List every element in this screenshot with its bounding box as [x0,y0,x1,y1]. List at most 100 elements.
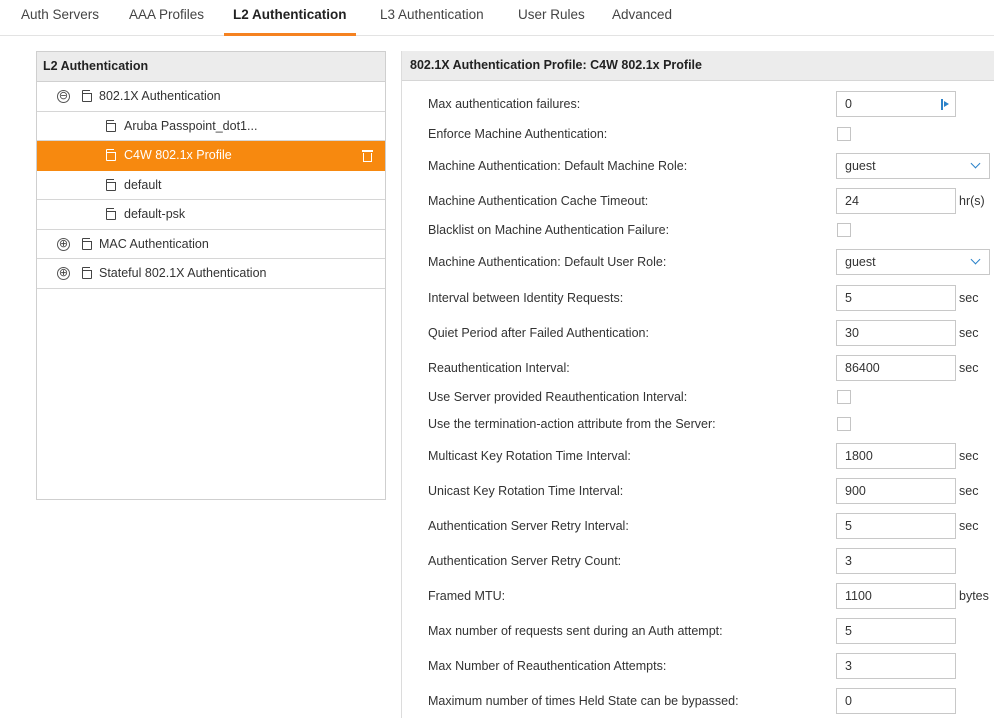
field-label: Interval between Identity Requests: [428,291,624,305]
field-value: 0 [845,97,852,111]
trash-icon[interactable] [362,150,373,162]
field-label: Max Number of Reauthentication Attempts: [428,659,667,673]
field-label: Machine Authentication: Default Machine … [428,159,688,173]
field-unit: sec [959,326,979,340]
profile-settings-panel: 802.1X Authentication Profile: C4W 802.1… [401,51,994,718]
max-auth-failures-spinner[interactable]: 0 [836,91,956,117]
profile-icon [106,177,118,191]
field-label: Blacklist on Machine Authentication Fail… [428,223,670,237]
tree-leaf-c4w-802-1x-profile[interactable]: C4W 802.1x Profile [37,141,385,171]
tree-leaf-label: default-psk [124,207,186,221]
field-unit: sec [959,449,979,463]
field-max-requests-auth-attempt: Max number of requests sent during an Au… [402,618,994,644]
profile-folder-icon [82,236,94,250]
expand-icon[interactable]: ⊕ [57,267,70,280]
profile-folder-icon [82,266,94,279]
tree-leaf-aruba-passpoint[interactable]: Aruba Passpoint_dot1... [37,112,385,141]
field-max-reauth-attempts: Max Number of Reauthentication Attempts:… [402,653,994,679]
server-reauth-interval-checkbox[interactable] [837,390,851,404]
tree-node-stateful-802-1x-authentication[interactable]: ⊕ Stateful 802.1X Authentication [37,259,385,289]
framed-mtu-input[interactable]: 1100 [836,583,956,609]
field-auth-server-retry-count: Authentication Server Retry Count: 3 [402,548,994,574]
termination-action-checkbox[interactable] [837,417,851,431]
stepper-icon[interactable] [941,99,950,110]
default-user-role-select[interactable]: guest [836,249,990,275]
auth-server-retry-count-input[interactable]: 3 [836,548,956,574]
field-unicast-key-rotation: Unicast Key Rotation Time Interval: 900 … [402,478,994,504]
select-value: guest [845,159,876,173]
select-value: guest [845,255,876,269]
field-quiet-period: Quiet Period after Failed Authentication… [402,320,994,346]
tab-user-rules[interactable]: User Rules [518,0,585,36]
field-label: Machine Authentication: Default User Rol… [428,255,667,269]
field-server-reauth-interval: Use Server provided Reauthentication Int… [402,384,994,410]
tab-l2-authentication[interactable]: L2 Authentication [224,0,356,36]
field-label: Authentication Server Retry Count: [428,554,622,568]
field-default-user-role: Machine Authentication: Default User Rol… [402,249,994,275]
tree-leaf-label: C4W 802.1x Profile [124,148,232,162]
profile-folder-icon [82,89,94,102]
expand-icon[interactable]: ⊕ [57,237,70,251]
field-framed-mtu: Framed MTU: 1100 bytes [402,583,994,609]
collapse-icon[interactable]: ⊖ [57,90,70,103]
field-label: Max authentication failures: [428,97,581,111]
field-unit: sec [959,484,979,498]
default-machine-role-select[interactable]: guest [836,153,990,179]
tab-l3-authentication[interactable]: L3 Authentication [380,0,484,36]
field-max-auth-failures: Max authentication failures: 0 [402,91,994,117]
chevron-down-icon [970,158,981,169]
field-identity-request-interval: Interval between Identity Requests: 5 se… [402,285,994,311]
field-unit: bytes [959,589,989,603]
field-default-machine-role: Machine Authentication: Default Machine … [402,153,994,179]
tab-auth-servers[interactable]: Auth Servers [21,0,99,36]
field-unit: sec [959,519,979,533]
quiet-period-input[interactable]: 30 [836,320,956,346]
field-unit: hr(s) [959,194,985,208]
reauth-interval-input[interactable]: 86400 [836,355,956,381]
field-label: Quiet Period after Failed Authentication… [428,326,649,340]
tab-advanced[interactable]: Advanced [612,0,672,36]
enforce-machine-auth-checkbox[interactable] [837,127,851,141]
field-blacklist-machine-auth-failure: Blacklist on Machine Authentication Fail… [402,217,994,243]
field-machine-auth-cache-timeout: Machine Authentication Cache Timeout: 24… [402,188,994,214]
multicast-key-rotation-input[interactable]: 1800 [836,443,956,469]
profile-icon [106,148,118,161]
unicast-key-rotation-input[interactable]: 900 [836,478,956,504]
max-reauth-attempts-input[interactable]: 3 [836,653,956,679]
held-state-bypass-input[interactable]: 0 [836,688,956,714]
field-label: Unicast Key Rotation Time Interval: [428,484,624,498]
field-auth-server-retry-interval: Authentication Server Retry Interval: 5 … [402,513,994,539]
identity-request-interval-input[interactable]: 5 [836,285,956,311]
field-label: Use the termination-action attribute fro… [428,417,716,431]
field-reauth-interval: Reauthentication Interval: 86400 sec [402,355,994,381]
tree-node-label: 802.1X Authentication [99,89,221,103]
tree-node-label: MAC Authentication [99,236,209,251]
max-requests-auth-attempt-input[interactable]: 5 [836,618,956,644]
profile-tree-panel: L2 Authentication ⊖ 802.1X Authenticatio… [36,51,386,500]
field-unit: sec [959,291,979,305]
field-label: Use Server provided Reauthentication Int… [428,390,688,404]
profile-settings-title: 802.1X Authentication Profile: C4W 802.1… [402,51,994,81]
profile-icon [106,207,118,220]
field-multicast-key-rotation: Multicast Key Rotation Time Interval: 18… [402,443,994,469]
tree-node-mac-authentication[interactable]: ⊕ MAC Authentication [37,230,385,259]
tree-node-label: Stateful 802.1X Authentication [99,266,267,280]
field-label: Enforce Machine Authentication: [428,127,608,141]
field-label: Max number of requests sent during an Au… [428,624,723,638]
field-held-state-bypass: Maximum number of times Held State can b… [402,688,994,714]
tree-leaf-default[interactable]: default [37,171,385,200]
tree-leaf-default-psk[interactable]: default-psk [37,200,385,230]
field-label: Maximum number of times Held State can b… [428,694,739,708]
profile-icon [106,118,118,132]
tree-node-802-1x-authentication[interactable]: ⊖ 802.1X Authentication [37,82,385,112]
blacklist-machine-auth-failure-checkbox[interactable] [837,223,851,237]
tree-leaf-label: Aruba Passpoint_dot1... [124,118,258,133]
tree-panel-title: L2 Authentication [37,52,385,82]
machine-auth-cache-timeout-input[interactable]: 24 [836,188,956,214]
tab-aaa-profiles[interactable]: AAA Profiles [129,0,204,36]
tab-bar: Auth Servers AAA Profiles L2 Authenticat… [0,0,994,36]
field-label: Reauthentication Interval: [428,361,570,375]
auth-server-retry-interval-input[interactable]: 5 [836,513,956,539]
field-label: Authentication Server Retry Interval: [428,519,629,533]
tree-leaf-label: default [124,177,162,192]
